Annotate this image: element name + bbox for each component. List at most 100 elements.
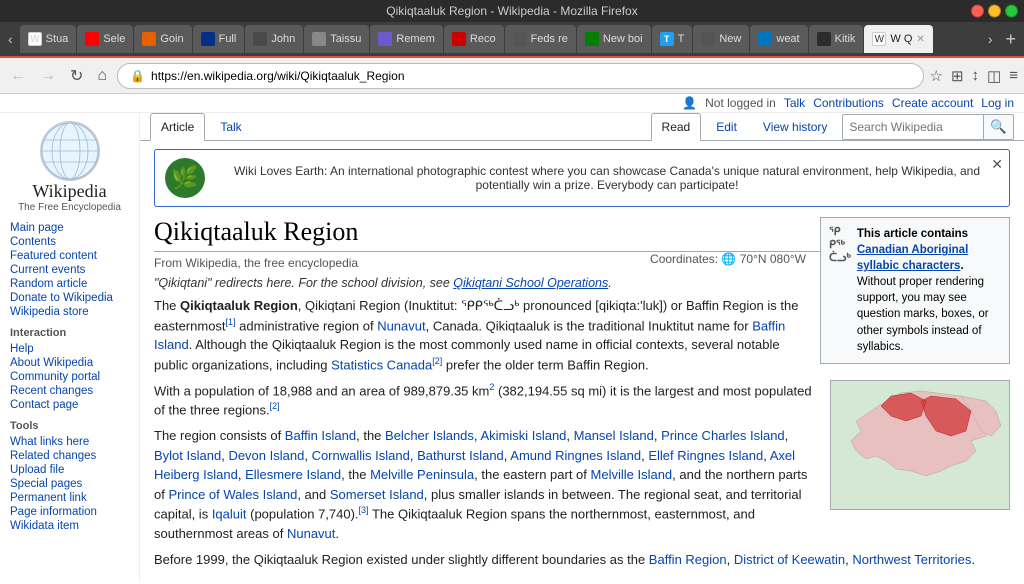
sidebar-item-upload[interactable]: Upload file (10, 463, 129, 477)
cornwallis-link[interactable]: Cornwallis Island (312, 448, 410, 463)
amund-link[interactable]: Amund Ringnes Island (510, 448, 641, 463)
bathurst-link[interactable]: Bathurst Island (417, 448, 504, 463)
tab-goin[interactable]: Goin (134, 25, 191, 53)
baffin-region-link[interactable]: Baffin Region (649, 552, 727, 567)
home-button[interactable]: ⌂ (93, 65, 111, 87)
tab-edit[interactable]: Edit (705, 113, 748, 140)
forward-button[interactable]: → (36, 65, 60, 87)
tab-kitab[interactable]: Kitik (809, 25, 864, 53)
sidebar-item-what-links[interactable]: What links here (10, 435, 129, 449)
ellef-link[interactable]: Ellef Ringnes Island (648, 448, 763, 463)
melville-pen-link[interactable]: Melville Peninsula (370, 467, 474, 482)
menu-icon[interactable]: ≡ (1009, 67, 1018, 84)
tab-article[interactable]: Article (150, 113, 205, 141)
search-button[interactable]: 🔍 (983, 114, 1013, 140)
iqaluit-link[interactable]: Iqaluit (212, 507, 247, 522)
pocket-icon[interactable]: ◫ (987, 67, 1001, 85)
sidebar-item-contact[interactable]: Contact page (10, 398, 129, 412)
sidebar-item-main-page[interactable]: Main page (10, 221, 129, 235)
devon-link[interactable]: Devon Island (228, 448, 304, 463)
tab-new[interactable]: New (693, 25, 749, 53)
tab-favicon-taiss (312, 32, 326, 46)
maximize-button[interactable] (1005, 5, 1018, 18)
somerset-link[interactable]: Somerset Island (330, 487, 424, 502)
banner-close-button[interactable]: ✕ (991, 156, 1003, 173)
sidebar-item-store[interactable]: Wikipedia store (10, 305, 129, 319)
sidebar-item-related-changes[interactable]: Related changes (10, 449, 129, 463)
nunavut-link[interactable]: Nunavut (377, 318, 425, 333)
paragraph-4: Before 1999, the Qikiqtaaluk Region exis… (154, 550, 1010, 570)
tab-scroll-left[interactable]: ‹ (2, 27, 19, 51)
search-input[interactable] (843, 120, 983, 134)
tab-weather[interactable]: weat (750, 25, 807, 53)
article-tabs-right: Read Edit View history 🔍 (651, 113, 1014, 140)
sidebar-item-featured-content[interactable]: Featured content (10, 249, 129, 263)
infobox-link[interactable]: Canadian Aboriginal syllabic characters (857, 244, 968, 272)
tab-favicon-john (253, 32, 267, 46)
prince-wales-link[interactable]: Prince of Wales Island (168, 487, 297, 502)
sidebar-item-about[interactable]: About Wikipedia (10, 356, 129, 370)
tab-close-wq[interactable]: ✕ (916, 34, 924, 45)
contributions-link[interactable]: Contributions (813, 96, 884, 110)
library-icon[interactable]: ⊞ (951, 67, 964, 85)
talk-link[interactable]: Talk (784, 96, 805, 110)
sidebar-item-contents[interactable]: Contents (10, 235, 129, 249)
main-container: Wikipedia The Free Encyclopedia Main pag… (0, 113, 1024, 581)
tab-talk[interactable]: Talk (209, 113, 252, 140)
sidebar-item-random-article[interactable]: Random article (10, 277, 129, 291)
ellesmere-link[interactable]: Ellesmere Island (245, 467, 341, 482)
keewatin-link[interactable]: District of Keewatin (734, 552, 845, 567)
akimiski-link[interactable]: Akimiski Island (480, 428, 566, 443)
baffin-island-link[interactable]: Baffin Island (154, 318, 785, 353)
belcher-islands-link[interactable]: Belcher Islands (385, 428, 474, 443)
sidebar-item-wikidata[interactable]: Wikidata item (10, 519, 129, 533)
article-content: 🌿 Wiki Loves Earth: An international pho… (140, 141, 1024, 581)
tab-t[interactable]: TT (652, 25, 693, 53)
bookmark-icon[interactable]: ☆ (930, 67, 943, 85)
sidebar-item-donate[interactable]: Donate to Wikipedia (10, 291, 129, 305)
sidebar-item-permanent-link[interactable]: Permanent link (10, 491, 129, 505)
tab-wq[interactable]: WW Q✕ (864, 25, 932, 53)
qikiqtani-school-link[interactable]: Qikiqtani School Operations (453, 276, 608, 290)
tab-read[interactable]: Read (651, 113, 702, 141)
baffin-island-link2[interactable]: Baffin Island (285, 428, 356, 443)
tab-scroll-right[interactable]: › (982, 27, 999, 51)
window-controls[interactable] (971, 5, 1018, 18)
sidebar-item-page-info[interactable]: Page information (10, 505, 129, 519)
bylot-link[interactable]: Bylot Island (154, 448, 221, 463)
sidebar-item-special-pages[interactable]: Special pages (10, 477, 129, 491)
url-input[interactable] (151, 69, 910, 83)
login-link[interactable]: Log in (981, 96, 1014, 110)
tab-newbo[interactable]: New boi (577, 25, 651, 53)
sidebar-item-current-events[interactable]: Current events (10, 263, 129, 277)
sidebar-item-help[interactable]: Help (10, 342, 129, 356)
tab-reco[interactable]: Reco (444, 25, 504, 53)
sidebar-item-community[interactable]: Community portal (10, 370, 129, 384)
melville-island-link[interactable]: Melville Island (591, 467, 673, 482)
close-button[interactable] (971, 5, 984, 18)
tab-sele[interactable]: Sele (77, 25, 133, 53)
tab-label-taiss: Taissu (330, 33, 361, 45)
stats-canada-link[interactable]: Statistics Canada (331, 357, 432, 372)
tab-taiss[interactable]: Taissu (304, 25, 369, 53)
tab-john[interactable]: John (245, 25, 303, 53)
tab-favicon-stua: W (28, 32, 42, 46)
tab-feds[interactable]: Feds re (505, 25, 576, 53)
new-tab-button[interactable]: + (999, 29, 1022, 50)
prince-charles-link[interactable]: Prince Charles Island (661, 428, 785, 443)
create-account-link[interactable]: Create account (892, 96, 973, 110)
nunavut-link2[interactable]: Nunavut (287, 526, 335, 541)
northwest-link[interactable]: Northwest Territories (852, 552, 971, 567)
tab-stua[interactable]: WStua (20, 25, 77, 53)
sidebar-item-recent-changes[interactable]: Recent changes (10, 384, 129, 398)
address-input-container: 🔒 (117, 63, 923, 89)
tab-view-history[interactable]: View history (752, 113, 838, 140)
article-area: Article Talk Read Edit View history 🔍 🌿 … (140, 113, 1024, 581)
sync-icon[interactable]: ↕ (972, 67, 980, 84)
reload-button[interactable]: ↻ (66, 64, 87, 88)
tab-full[interactable]: Full (193, 25, 245, 53)
tab-remem[interactable]: Remem (370, 25, 443, 53)
back-button[interactable]: ← (6, 65, 30, 87)
minimize-button[interactable] (988, 5, 1001, 18)
mansel-link[interactable]: Mansel Island (574, 428, 654, 443)
